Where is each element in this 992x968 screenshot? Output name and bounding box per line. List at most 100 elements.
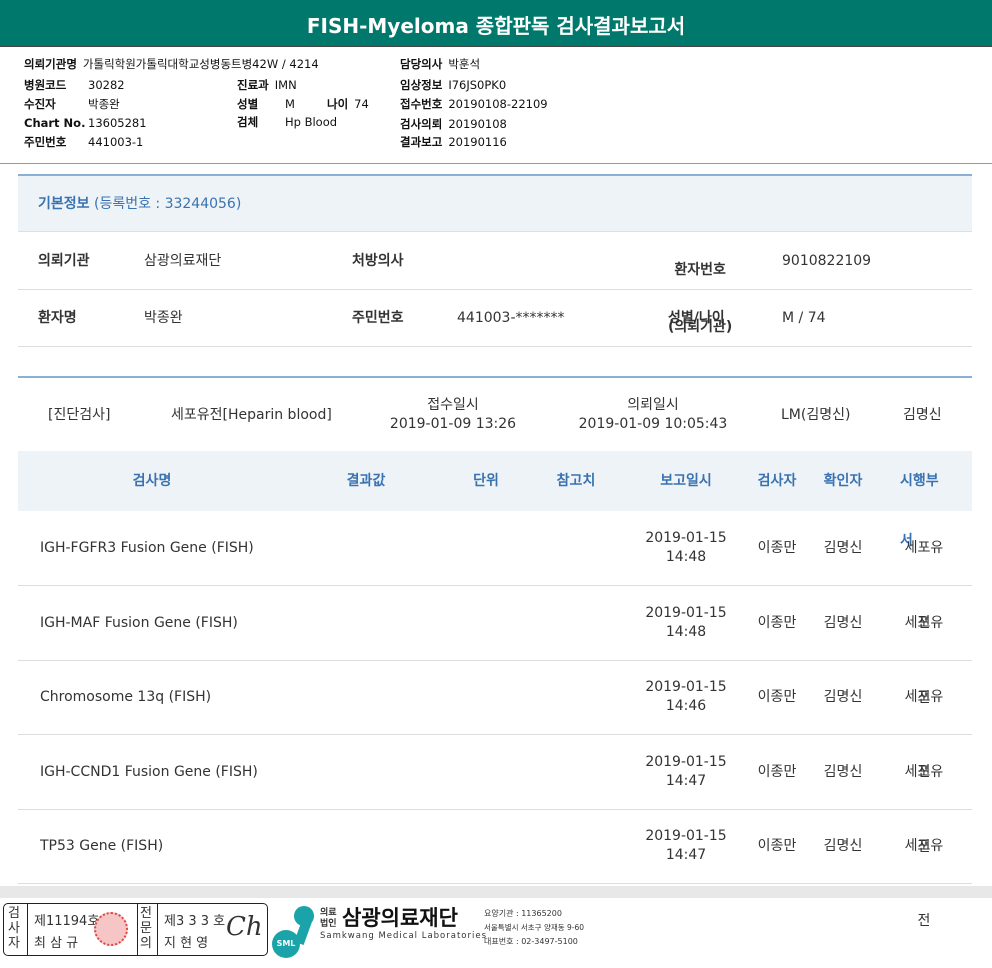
value: 박훈석 xyxy=(448,57,481,71)
result-panel: 기본정보 (등록번호 : 33244056) 의뢰기관 삼광의료재단 처방의사 … xyxy=(0,164,992,929)
col-header: 검사명 xyxy=(132,473,172,489)
test-name: IGH-CCND1 Fusion Gene (FISH) xyxy=(40,763,258,780)
divider xyxy=(157,904,158,955)
label: 결과보고 xyxy=(400,135,443,149)
tester: 이종만 xyxy=(757,763,797,780)
basic-info-header: 기본정보 (등록번호 : 33244056) xyxy=(18,174,972,232)
report-datetime: 2019-01-15 14:47 xyxy=(645,753,727,789)
value: 9010822109 xyxy=(782,253,872,269)
value: I76JS0PK0 xyxy=(448,78,507,92)
report-datetime: 2019-01-15 14:47 xyxy=(645,828,727,863)
diagnosis-row: [진단검사] 세포유전[Heparin blood] 접수일시 2019-01-0… xyxy=(18,376,972,451)
test-name: TP53 Gene (FISH) xyxy=(40,838,164,854)
value: 삼광의료재단 xyxy=(144,253,222,269)
basic-info-row: 의뢰기관 삼광의료재단 처방의사 환자번호 (의뢰기관) 9010822109 xyxy=(18,233,972,335)
divider xyxy=(27,904,28,955)
divider xyxy=(0,886,992,898)
value: 441003-1 xyxy=(88,135,144,149)
seal-icon xyxy=(94,912,128,946)
specialist-name: 지 현 영 xyxy=(164,936,209,951)
signature-box: 검사자 제11194호 최 삼 규 전문의 제3 3 3 호 지 현 영 Ch xyxy=(3,903,268,956)
label: 임상정보 xyxy=(400,78,443,92)
signature-icon: Ch xyxy=(226,912,263,942)
label: 의뢰기관 xyxy=(38,253,90,269)
phone: 대표번호 : 02-3497-5100 xyxy=(484,937,578,946)
org-prefix: 의료법인 xyxy=(320,908,337,929)
checker: 김명신 xyxy=(823,540,863,556)
label: 담당의사 xyxy=(400,57,443,71)
footer: 검사자 제11194호 최 삼 규 전문의 제3 3 3 호 지 현 영 Ch … xyxy=(0,898,992,968)
table-row: IGH-CCND1 Fusion Gene (FISH) 2019-01-15 1… xyxy=(18,735,972,855)
tester: 이종만 xyxy=(757,540,797,556)
checker: 김명신 xyxy=(823,614,863,631)
table-header: 검사명 결과값 단위 참고치 보고일시 검사자 확인자 시행부서 xyxy=(18,451,972,549)
value: 20190108-22109 xyxy=(448,97,548,111)
institution-code: 요양기관 : 11365200 xyxy=(484,909,562,918)
address: 서울특별시 서초구 양재동 9-60 xyxy=(484,923,585,932)
section-title: 기본정보 xyxy=(38,196,90,212)
value: 441003-******* xyxy=(457,310,565,326)
specialist-label: 전문의 xyxy=(140,906,152,951)
value: M xyxy=(285,97,295,111)
test-name: Chromosome 13q (FISH) xyxy=(40,689,212,705)
value: 13605281 xyxy=(88,116,147,130)
value: M / 74 xyxy=(782,310,826,326)
value: 20190116 xyxy=(448,135,507,149)
test-type: [진단검사] xyxy=(48,407,111,423)
label: Chart No. xyxy=(24,116,86,130)
label: 성별 xyxy=(237,97,259,111)
sml-logo-icon: SML xyxy=(272,904,322,958)
specialist-license: 제3 3 3 호 xyxy=(164,914,226,929)
report-datetime: 2019-01-15 14:48 xyxy=(645,530,727,565)
tester: 이종만 xyxy=(757,689,797,705)
label: 병원코드 xyxy=(24,78,67,92)
label: 수진자 xyxy=(24,97,56,111)
report-datetime: 2019-01-15 14:48 xyxy=(645,604,727,640)
label: 성별/나이 xyxy=(668,310,725,326)
col-header: 확인자 xyxy=(823,473,863,489)
table-row: IGH-MAF Fusion Gene (FISH) 2019-01-15 14:… xyxy=(18,586,972,706)
checker: 김명신 xyxy=(823,689,863,705)
table-row: TP53 Gene (FISH) 2019-01-15 14:47 이종만 김명신… xyxy=(18,809,972,929)
value: 20190108 xyxy=(448,117,507,131)
lm: LM(김명신) xyxy=(781,407,851,423)
tester-license: 제11194호 xyxy=(34,914,100,929)
checker: 김명신 xyxy=(823,838,863,854)
receipt-datetime: 접수일시 2019-01-09 13:26 xyxy=(389,397,517,432)
table-row: IGH-FGFR3 Fusion Gene (FISH) 2019-01-15 1… xyxy=(18,511,972,631)
label: 환자명 xyxy=(38,310,77,326)
test-name: IGH-FGFR3 Fusion Gene (FISH) xyxy=(40,540,254,556)
label: 주민번호 xyxy=(352,310,404,326)
label: 나이 xyxy=(327,97,349,111)
basic-info-row: 환자명 박종완 주민번호 441003-******* 성별/나이 M / 74 xyxy=(18,290,972,347)
report-datetime: 2019-01-15 14:46 xyxy=(645,679,727,714)
value: 74 xyxy=(354,97,369,111)
col-header: 참고치 xyxy=(556,473,596,489)
col-header: 결과값 xyxy=(346,473,386,489)
col-header: 보고일시 xyxy=(660,473,712,489)
table-row: Chromosome 13q (FISH) 2019-01-15 14:46 이종… xyxy=(18,660,972,780)
label: 처방의사 xyxy=(352,253,404,269)
label: 접수번호 xyxy=(400,97,443,111)
value: 가톨릭학원가톨릭대학교성병동트병42W / 4214 xyxy=(82,57,319,71)
report-header-info: 의뢰기관명 가톨릭학원가톨릭대학교성병동트병42W / 4214 담당의사 박훈석 … xyxy=(0,47,992,164)
value: IMN xyxy=(274,78,297,92)
report-title: FISH-Myeloma 종합판독 검사결과보고서 xyxy=(0,0,992,47)
label: 검체 xyxy=(237,115,259,129)
signer: 김명신 xyxy=(903,407,942,423)
checker: 김명신 xyxy=(823,763,863,780)
col-header: 단위 xyxy=(473,473,499,489)
tester: 이종만 xyxy=(757,614,797,631)
tester-name: 최 삼 규 xyxy=(34,936,79,951)
label: 의뢰기관명 xyxy=(24,57,77,71)
registration-number: (등록번호 : 33244056) xyxy=(93,196,242,212)
tester: 이종만 xyxy=(757,838,797,854)
value: Hp Blood xyxy=(285,115,338,129)
test-name: IGH-MAF Fusion Gene (FISH) xyxy=(40,614,238,631)
label: 검사의뢰 xyxy=(400,117,443,131)
request-datetime: 의뢰일시 2019-01-09 10:05:43 xyxy=(578,397,728,432)
col-header: 검사자 xyxy=(757,473,797,489)
department: 세포유전[Heparin blood] xyxy=(171,407,332,423)
label: 주민번호 xyxy=(24,135,67,149)
org-name-en: Samkwang Medical Laboratories xyxy=(320,931,488,941)
